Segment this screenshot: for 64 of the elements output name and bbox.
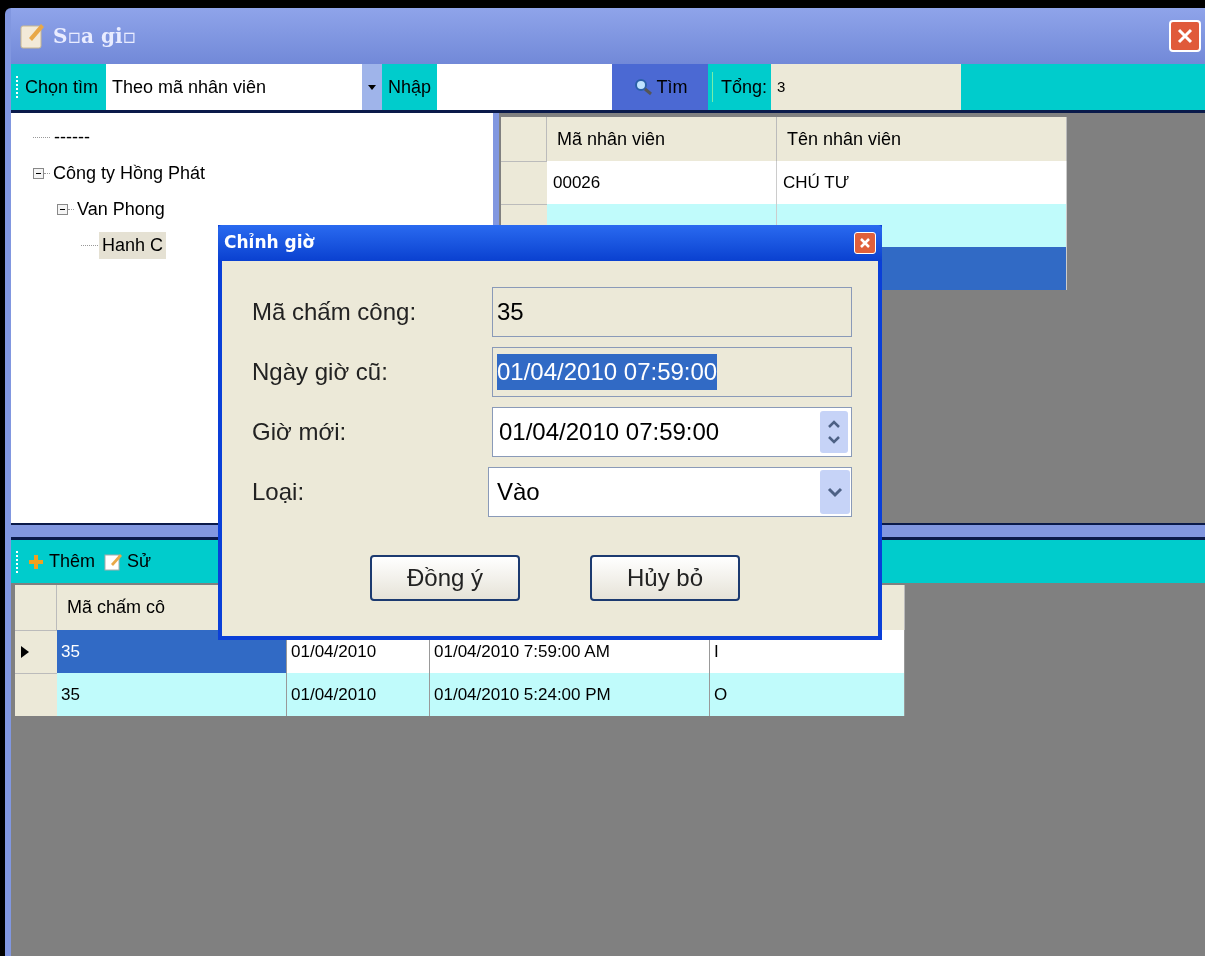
- table-cell-text: 35: [61, 683, 80, 706]
- table-row[interactable]: 35 01/04/2010 01/04/2010 5:24:00 PM O: [15, 673, 905, 716]
- total-field: 3: [771, 64, 962, 110]
- field-value: 01/04/2010 07:59:00: [497, 354, 718, 390]
- field-value: 01/04/2010 07:59:00: [499, 418, 720, 445]
- readonly-field[interactable]: 35: [492, 287, 852, 337]
- close-icon: [1177, 28, 1193, 44]
- column-header[interactable]: Tên nhân viên: [777, 117, 1067, 161]
- input-label: Nhập: [387, 75, 433, 99]
- search-by-dropdown[interactable]: Theo mã nhân viên: [106, 64, 383, 110]
- column-header[interactable]: Mã chấm cô: [67, 594, 166, 621]
- field-value: 35: [497, 297, 524, 327]
- row-header-cell[interactable]: [501, 161, 547, 204]
- collapse-icon[interactable]: [57, 203, 68, 215]
- type-dropdown[interactable]: Vào: [488, 467, 852, 517]
- field-label: Loại:: [252, 477, 306, 507]
- table-cell-text: 35: [61, 640, 80, 663]
- tree-item[interactable]: ------: [51, 123, 93, 151]
- row-header-cell: [501, 117, 547, 161]
- table-cell-text: CHÚ TƯ: [783, 171, 850, 194]
- field-label: Ngày giờ cũ:: [252, 357, 389, 387]
- chevron-down-icon: [820, 470, 850, 514]
- tree-item[interactable]: Công ty Hồng Phát: [50, 159, 209, 187]
- notepad-icon: [103, 551, 123, 572]
- edit-button[interactable]: Sử: [103, 548, 152, 575]
- readonly-field[interactable]: 01/04/2010 07:59:00: [492, 347, 852, 397]
- search-icon: [632, 78, 653, 96]
- table-cell-text: 01/04/2010 7:59:00 AM: [434, 640, 610, 663]
- search-button[interactable]: Tìm: [612, 64, 709, 110]
- close-button[interactable]: [854, 232, 876, 254]
- table-cell-text: 01/04/2010 5:24:00 PM: [434, 683, 611, 706]
- search-by-label: Chọn tìm: [25, 75, 99, 99]
- tree-item[interactable]: Hanh C: [99, 231, 167, 259]
- grip-icon[interactable]: [15, 76, 19, 98]
- dropdown-arrow-icon: [368, 84, 377, 90]
- table-cell-text: 00026: [553, 171, 601, 194]
- add-button[interactable]: Thêm: [27, 548, 95, 575]
- dialog-title: Chỉnh giờ: [224, 231, 316, 255]
- window-title: S▫a gi▫: [53, 23, 137, 50]
- close-icon: [859, 237, 871, 249]
- table-cell-text: 01/04/2010: [291, 683, 377, 706]
- row-header-cell[interactable]: [15, 630, 57, 673]
- grip-icon[interactable]: [15, 550, 19, 573]
- cancel-button[interactable]: Hủy bỏ: [590, 555, 740, 601]
- tree-item[interactable]: Van Phong: [74, 195, 168, 223]
- table-row[interactable]: 00026 CHÚ TƯ: [547, 161, 1067, 204]
- close-button[interactable]: [1169, 20, 1201, 52]
- collapse-icon[interactable]: [33, 167, 44, 179]
- plus-icon: [27, 552, 45, 571]
- date-time-field[interactable]: 01/04/2010 07:59:00: [492, 407, 852, 457]
- current-row-icon: [21, 646, 29, 658]
- row-header-cell[interactable]: [15, 673, 57, 716]
- spinner-icon[interactable]: [820, 411, 848, 453]
- table-cell-text: I: [714, 640, 719, 663]
- field-label: Mã chấm công:: [252, 297, 418, 327]
- notepad-icon: [19, 22, 45, 50]
- input-field[interactable]: [437, 64, 613, 110]
- table-cell-text: O: [714, 683, 728, 706]
- total-label: Tổng:: [720, 75, 769, 99]
- table-cell-text: 01/04/2010: [291, 640, 377, 663]
- field-label: Giờ mới:: [252, 417, 348, 447]
- ok-button[interactable]: Đồng ý: [370, 555, 520, 601]
- column-header[interactable]: Mã nhân viên: [547, 117, 777, 161]
- field-value: Vào: [497, 478, 540, 505]
